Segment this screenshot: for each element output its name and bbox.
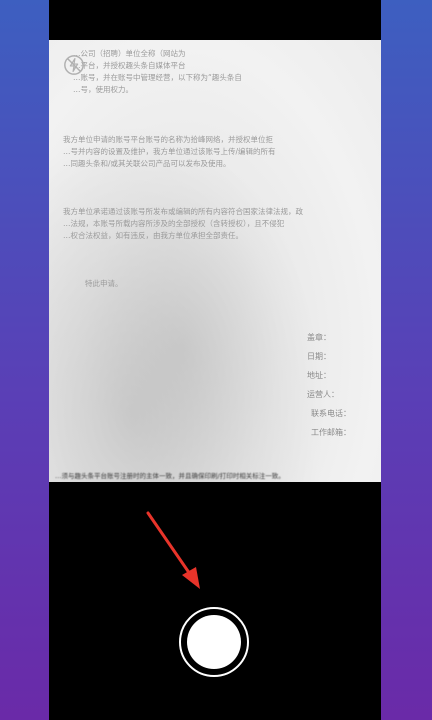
signature-line: 工作邮箱：: [311, 428, 351, 437]
signature-line: 地址：: [307, 371, 331, 380]
document-paragraph-1: …公司（招聘）单位全称（网站为 …平台，并授权趣头条自媒体平台 …账号，并在账号…: [73, 49, 242, 94]
flash-off-icon[interactable]: [63, 54, 85, 76]
signature-line: 联系电话：: [311, 409, 351, 418]
document-paragraph-3: 我方单位承诺通过该账号所发布或编辑的所有内容符合国家法律法规，政 …法规，本账号…: [63, 207, 303, 240]
document-closing: 特此申请。: [85, 279, 123, 288]
signature-line: 运营人：: [307, 390, 339, 399]
document-signature-block: 盖章： 日期： 地址： 运营人： 联系电话： 工作邮箱：: [307, 328, 351, 442]
signature-line: 日期：: [307, 352, 331, 361]
document-footer-note: …须与趣头条平台账号注册时的主体一致，并且确保印刷/打印时相关标注一致。: [55, 472, 285, 480]
document-paragraph-2: 我方单位申请的账号平台账号的名称为拾峰网络，并授权单位拒 …号并内容的设置及维护…: [63, 135, 276, 168]
camera-controls-bar: [49, 482, 381, 720]
red-arrow-icon: [146, 511, 200, 589]
signature-line: 盖章：: [307, 333, 331, 342]
shutter-button[interactable]: [179, 607, 249, 677]
camera-screen: …公司（招聘）单位全称（网站为 …平台，并授权趣头条自媒体平台 …账号，并在账号…: [49, 0, 381, 720]
shutter-icon: [187, 615, 241, 669]
camera-viewfinder: …公司（招聘）单位全称（网站为 …平台，并授权趣头条自媒体平台 …账号，并在账号…: [49, 40, 381, 482]
